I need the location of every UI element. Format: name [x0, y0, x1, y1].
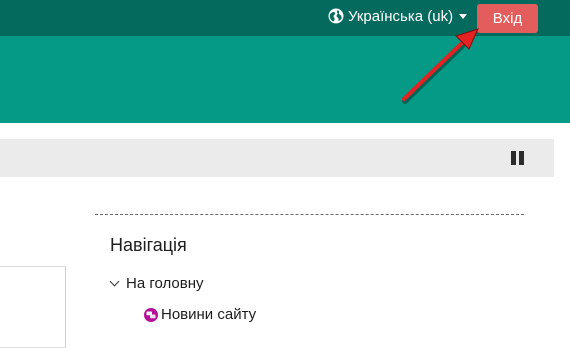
navigation-block: Навігація На головну Новини сайту — [95, 214, 524, 345]
language-menu[interactable]: Українська (uk) — [328, 6, 468, 26]
forum-icon — [144, 307, 158, 322]
navigation-title: Навігація — [110, 235, 187, 255]
chevron-down-icon — [109, 276, 120, 287]
login-button[interactable]: Вхід — [477, 4, 538, 33]
page-header-banner — [0, 36, 570, 123]
secondary-toolbar — [0, 139, 554, 177]
nav-item-site-news-label: Новини сайту — [161, 306, 257, 323]
globe-icon — [328, 8, 344, 24]
language-label: Українська (uk) — [348, 7, 454, 25]
top-navbar: Українська (uk) Вхід — [0, 0, 570, 36]
nav-item-site-news[interactable]: Новини сайту — [144, 306, 256, 323]
main-content-panel — [0, 266, 66, 348]
caret-down-icon — [459, 13, 468, 19]
columns-toggle-icon[interactable] — [511, 151, 524, 165]
nav-item-home-label: На головну — [126, 275, 204, 292]
nav-item-home[interactable]: На головну — [109, 275, 204, 292]
